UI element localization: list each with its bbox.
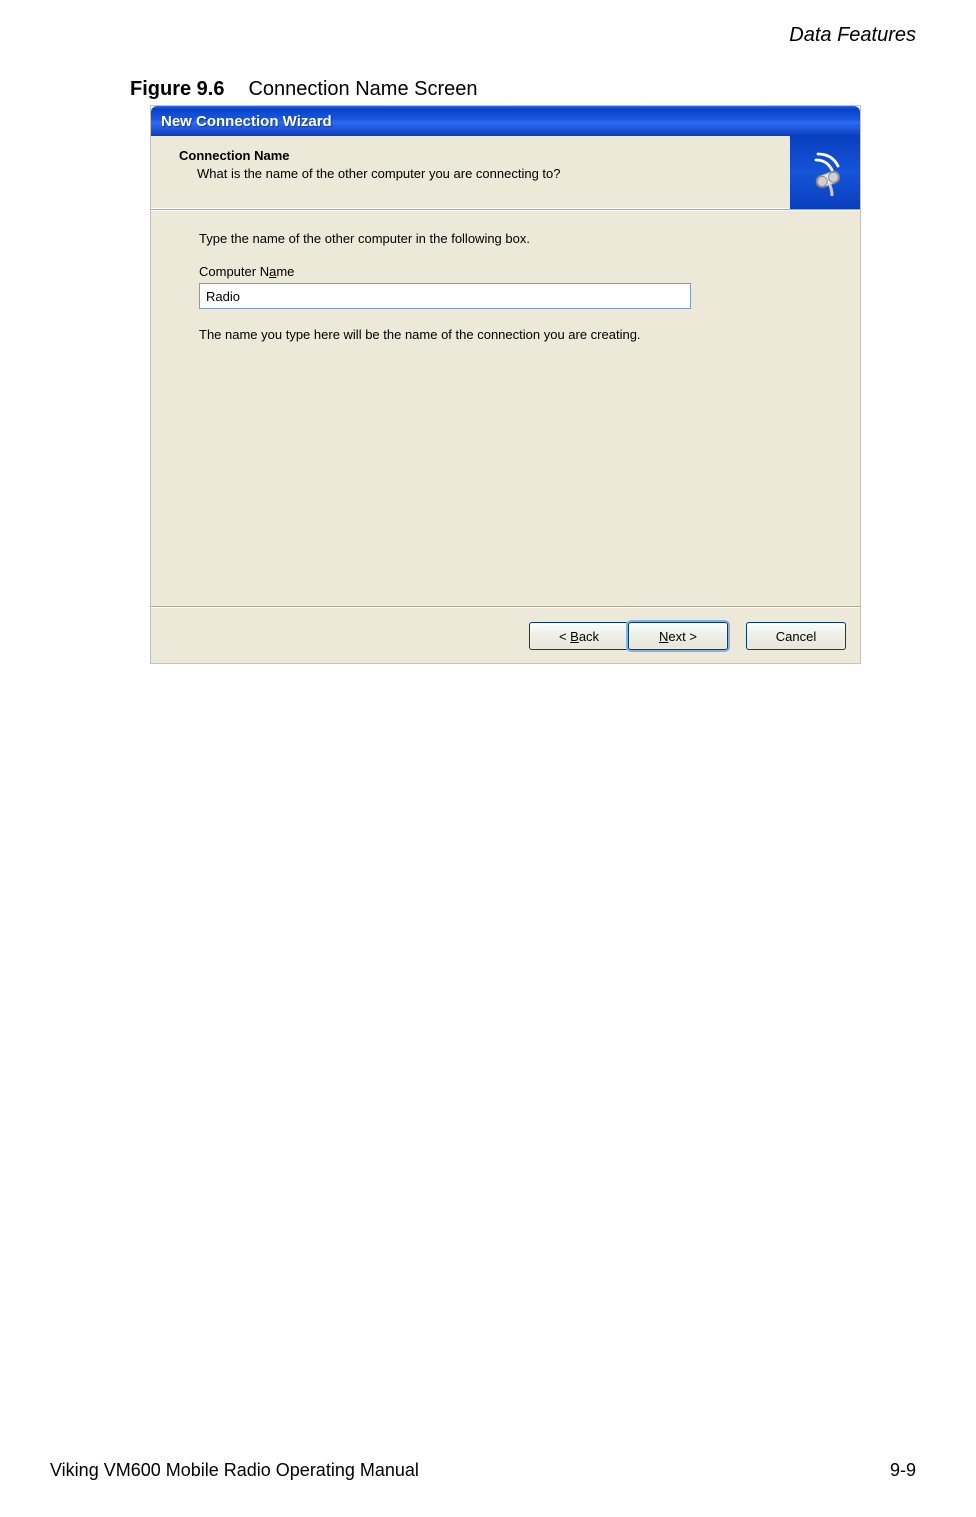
wizard-window: New Connection Wizard Connection Name Wh… [151, 106, 860, 663]
computer-name-input[interactable] [199, 283, 691, 309]
back-button[interactable]: < Back [529, 622, 629, 650]
wizard-header-subtitle: What is the name of the other computer y… [179, 166, 561, 181]
note-text: The name you type here will be the name … [199, 327, 812, 342]
figure-number: Figure 9.6 [130, 78, 224, 100]
window-title: New Connection Wizard [161, 113, 332, 130]
footer-page-number: 9-9 [890, 1460, 916, 1481]
cancel-button[interactable]: Cancel [746, 622, 846, 650]
figure-title: Connection Name Screen [248, 78, 477, 100]
next-button[interactable]: Next > [628, 622, 728, 650]
footer-manual-title: Viking VM600 Mobile Radio Operating Manu… [50, 1460, 419, 1481]
window-titlebar: New Connection Wizard [151, 106, 860, 136]
wizard-header-title: Connection Name [179, 148, 561, 163]
figure-caption: Figure 9.6 Connection Name Screen [130, 78, 478, 101]
instruction-text: Type the name of the other computer in t… [199, 231, 812, 246]
page-header: Data Features [789, 24, 916, 47]
wizard-header: Connection Name What is the name of the … [151, 136, 860, 209]
wizard-footer: < Back Next > Cancel [151, 607, 860, 663]
computer-name-label: Computer Name [199, 264, 812, 279]
wizard-body: Type the name of the other computer in t… [151, 211, 860, 607]
phone-icon [790, 136, 860, 209]
